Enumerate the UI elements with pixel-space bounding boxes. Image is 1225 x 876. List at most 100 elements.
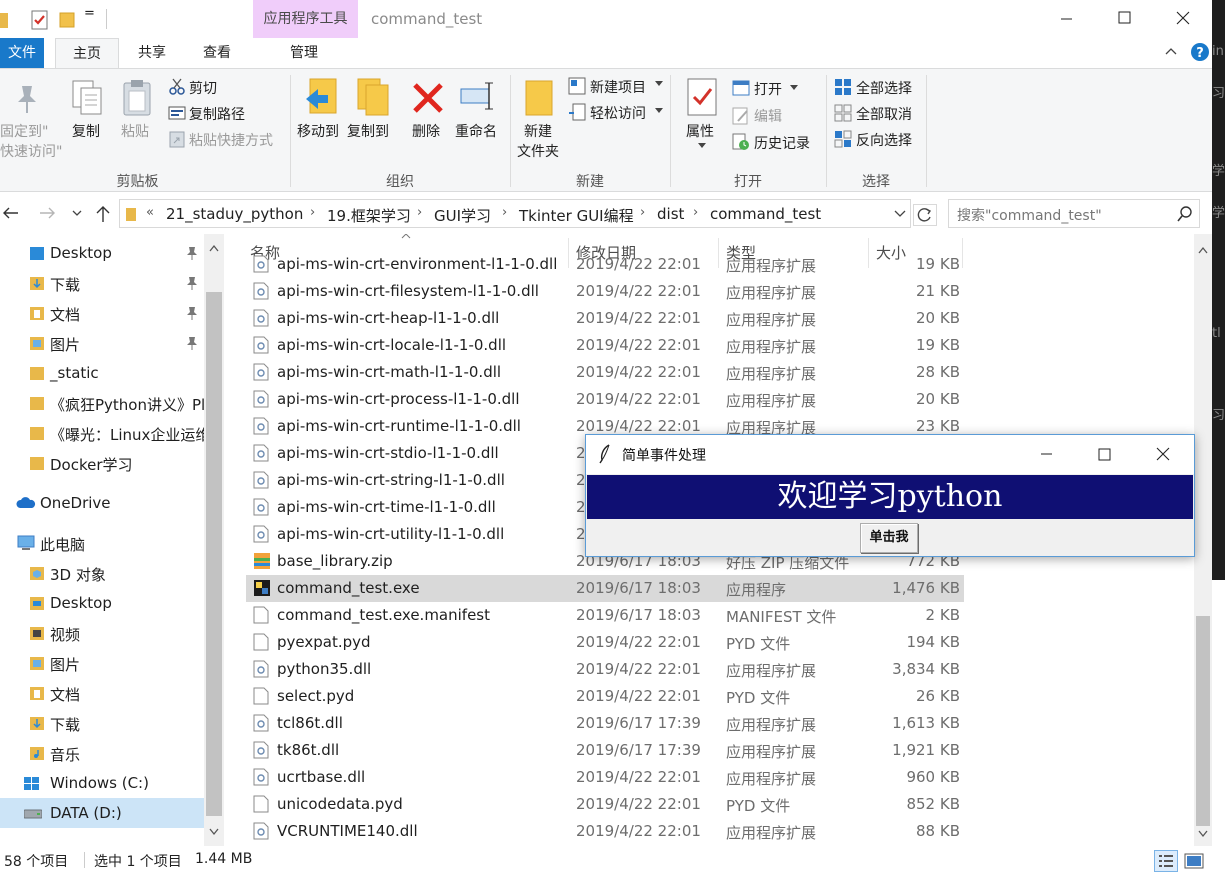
new-folder-button-line1[interactable]: 新建 — [524, 121, 552, 141]
nav-item-music[interactable]: 音乐 — [0, 738, 204, 768]
file-row[interactable]: command_test.exe.manifest 2019/6/17 18:03… — [246, 602, 964, 629]
new-folder-icon[interactable] — [59, 10, 75, 28]
easy-access-button[interactable]: 轻松访问 — [590, 103, 646, 123]
open-button[interactable]: 打开 — [754, 79, 782, 99]
cut-button[interactable]: 剪切 — [189, 78, 217, 98]
file-row[interactable]: api-ms-win-crt-filesystem-l1-1-0.dll 2019… — [246, 278, 964, 305]
invert-selection-button[interactable]: 反向选择 — [856, 130, 912, 150]
file-row[interactable]: command_test.exe 2019/6/17 18:03 应用程序 1,476… — [246, 575, 964, 602]
breadcrumb-item[interactable]: GUI学习 — [434, 205, 491, 226]
nav-item-pc-desktop[interactable]: Desktop — [0, 588, 204, 618]
address-bar[interactable]: « 21_staduy_python › 19.框架学习 › GUI学习 › T… — [119, 199, 911, 228]
nav-item-crazy-python[interactable]: 《疯狂Python讲义》Pl — [0, 388, 204, 418]
file-row[interactable]: ucrtbase.dll 2019/4/22 22:01 应用程序扩展 960 KB — [246, 764, 964, 791]
zip-archive-icon — [253, 552, 271, 570]
popup-title-bar[interactable]: 简单事件处理 — [586, 435, 1194, 474]
nav-item-onedrive[interactable]: OneDrive — [0, 488, 204, 518]
move-to-button[interactable]: 移动到 — [297, 121, 339, 141]
copy-button[interactable]: 复制 — [72, 121, 100, 141]
file-row[interactable]: python35.dll 2019/4/22 22:01 应用程序扩展 3,834 K… — [246, 656, 964, 683]
tab-home[interactable]: 主页 — [55, 38, 119, 69]
nav-item-3d-objects[interactable]: 3D 对象 — [0, 558, 204, 588]
scroll-down-icon[interactable] — [209, 828, 219, 836]
file-row[interactable]: select.pyd 2019/4/22 22:01 PYD 文件 26 KB — [246, 683, 964, 710]
recent-locations-chevron-icon[interactable] — [72, 210, 82, 218]
address-dropdown-chevron-icon[interactable] — [894, 210, 906, 218]
nav-item-linux-ops[interactable]: 《曝光：Linux企业运维 — [0, 418, 204, 448]
tab-file[interactable]: 文件 — [0, 38, 44, 68]
large-icons-view-button[interactable] — [1184, 852, 1204, 870]
collapse-ribbon-icon[interactable] — [1164, 45, 1178, 59]
properties-button[interactable]: 属性 — [686, 121, 714, 141]
search-icon[interactable] — [1177, 206, 1193, 222]
breadcrumb-item[interactable]: 19.框架学习 — [327, 205, 411, 226]
popup-close-button[interactable] — [1142, 435, 1182, 474]
paste-shortcut-button[interactable]: 粘贴快捷方式 — [189, 130, 273, 150]
up-arrow-icon[interactable] — [95, 205, 111, 223]
edit-button[interactable]: 编辑 — [754, 106, 782, 126]
nav-item-videos[interactable]: 视频 — [0, 618, 204, 648]
delete-button[interactable]: 删除 — [412, 121, 440, 141]
list-scrollbar-thumb[interactable] — [1196, 616, 1210, 826]
click-me-button[interactable]: 单击我 — [860, 523, 918, 553]
tab-share[interactable]: 共享 — [124, 38, 180, 68]
new-folder-button-line2[interactable]: 文件夹 — [517, 141, 559, 161]
popup-minimize-button[interactable] — [1026, 435, 1066, 474]
copy-path-button[interactable]: 复制路径 — [189, 104, 245, 124]
file-row[interactable]: tcl86t.dll 2019/6/17 17:39 应用程序扩展 1,613 KB — [246, 710, 964, 737]
rename-button[interactable]: 重命名 — [455, 121, 497, 141]
nav-item-quick-documents[interactable]: 文档 — [0, 298, 204, 328]
maximize-button[interactable] — [1095, 0, 1153, 38]
breadcrumb-item[interactable]: 21_staduy_python — [166, 205, 303, 223]
close-button[interactable] — [1153, 0, 1211, 38]
nav-item-quick-downloads[interactable]: 下载 — [0, 268, 204, 298]
nav-item-documents[interactable]: 文档 — [0, 678, 204, 708]
pin-to-quick-access-label-1[interactable]: 固定到" — [0, 121, 48, 141]
history-button[interactable]: 历史记录 — [754, 133, 810, 153]
select-all-button[interactable]: 全部选择 — [856, 78, 912, 98]
breadcrumb-item-current[interactable]: command_test — [710, 205, 821, 223]
scroll-up-icon[interactable] — [209, 244, 219, 252]
nav-item-quick-pictures[interactable]: 图片 — [0, 328, 204, 358]
refresh-button[interactable] — [913, 204, 937, 226]
properties-check-icon[interactable] — [30, 10, 50, 30]
tab-view[interactable]: 查看 — [189, 38, 245, 68]
qat-dropdown[interactable]: = — [84, 6, 95, 21]
new-item-button[interactable]: 新建项目 — [590, 77, 646, 97]
help-icon[interactable]: ? — [1190, 42, 1210, 62]
nav-item-quick-desktop[interactable]: Desktop — [0, 238, 204, 268]
nav-item-static[interactable]: _static — [0, 358, 204, 388]
breadcrumb-item[interactable]: dist — [657, 205, 684, 223]
minimize-button[interactable] — [1037, 0, 1095, 38]
nav-item-drive-c[interactable]: Windows (C:) — [0, 768, 204, 798]
file-row[interactable]: VCRUNTIME140.dll 2019/4/22 22:01 应用程序扩展 88 … — [246, 818, 964, 845]
breadcrumb-item[interactable]: Tkinter GUI编程 — [519, 205, 634, 226]
search-box[interactable]: 搜索"command_test" — [948, 199, 1200, 228]
forward-arrow-icon[interactable] — [38, 206, 56, 220]
copy-to-button[interactable]: 复制到 — [347, 121, 389, 141]
file-row[interactable]: tk86t.dll 2019/6/17 17:39 应用程序扩展 1,921 KB — [246, 737, 964, 764]
nav-scrollbar-thumb[interactable] — [206, 292, 222, 816]
details-view-button[interactable] — [1154, 850, 1178, 872]
file-row[interactable]: api-ms-win-crt-locale-l1-1-0.dll 2019/4/2… — [246, 332, 964, 359]
pin-to-quick-access-label-2[interactable]: 快速访问" — [0, 141, 62, 161]
nav-item-pictures[interactable]: 图片 — [0, 648, 204, 678]
file-row[interactable]: api-ms-win-crt-heap-l1-1-0.dll 2019/4/22 … — [246, 305, 964, 332]
back-arrow-icon[interactable] — [2, 206, 20, 220]
file-row[interactable]: api-ms-win-crt-math-l1-1-0.dll 2019/4/22 … — [246, 359, 964, 386]
nav-item-this-pc[interactable]: 此电脑 — [0, 528, 204, 558]
file-row[interactable]: api-ms-win-crt-process-l1-1-0.dll 2019/4/… — [246, 386, 964, 413]
nav-item-downloads[interactable]: 下载 — [0, 708, 204, 738]
scroll-down-icon[interactable] — [1198, 830, 1208, 838]
file-row[interactable]: unicodedata.pyd 2019/4/22 22:01 PYD 文件 852 … — [246, 791, 964, 818]
breadcrumb-overflow[interactable]: « — [146, 205, 154, 220]
select-none-button[interactable]: 全部取消 — [856, 104, 912, 124]
nav-item-drive-d[interactable]: DATA (D:) — [0, 798, 204, 828]
scroll-up-icon[interactable] — [1198, 246, 1208, 254]
file-row[interactable]: api-ms-win-crt-environment-l1-1-0.dll 201… — [246, 251, 964, 278]
paste-button[interactable]: 粘贴 — [121, 121, 149, 141]
nav-item-docker[interactable]: Docker学习 — [0, 448, 204, 478]
tab-manage[interactable]: 管理 — [262, 38, 346, 68]
file-row[interactable]: pyexpat.pyd 2019/4/22 22:01 PYD 文件 194 KB — [246, 629, 964, 656]
popup-maximize-button[interactable] — [1084, 435, 1124, 474]
